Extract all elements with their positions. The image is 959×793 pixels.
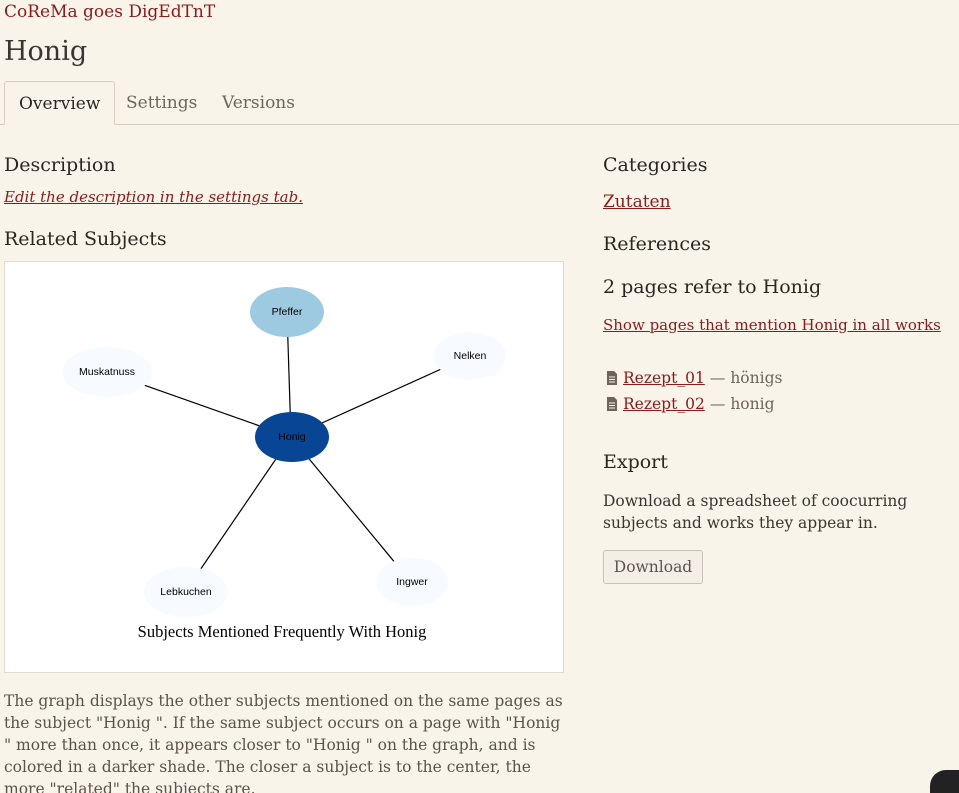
reference-term: hönigs: [730, 369, 783, 387]
tab-overview[interactable]: Overview: [4, 81, 116, 125]
node-nelken[interactable]: Nelken: [434, 332, 506, 380]
node-honig-label: Honig: [278, 431, 306, 443]
node-ingwer[interactable]: Ingwer: [376, 558, 448, 606]
node-pfeffer[interactable]: Pfeffer: [250, 287, 324, 337]
reference-term: honig: [730, 395, 775, 413]
show-pages-link[interactable]: Show pages that mention Honig in all wor…: [603, 316, 941, 334]
graph-svg: Pfeffer Nelken Muskatnuss Lebkuchen Ingw…: [62, 287, 506, 641]
chat-widget-button[interactable]: [930, 770, 959, 793]
document-icon: [606, 371, 618, 385]
reference-separator: —: [709, 395, 726, 413]
node-nelken-label: Nelken: [454, 350, 487, 362]
tab-settings[interactable]: Settings: [126, 81, 197, 125]
node-ingwer-label: Ingwer: [396, 576, 428, 588]
node-pfeffer-label: Pfeffer: [272, 306, 303, 318]
tab-versions[interactable]: Versions: [222, 81, 295, 125]
edit-description-link[interactable]: Edit the description in the settings tab…: [4, 188, 303, 206]
graph-title: Subjects Mentioned Frequently With Honig: [138, 622, 427, 641]
graph-description: The graph displays the other subjects me…: [4, 692, 563, 793]
node-muskatnuss[interactable]: Muskatnuss: [62, 347, 152, 397]
tab-bar: Overview Settings Versions: [0, 81, 959, 125]
reference-count: 2 pages refer to Honig: [603, 276, 822, 298]
reference-link-rezept-02[interactable]: Rezept_02: [623, 395, 705, 413]
references-heading: References: [603, 233, 712, 255]
reference-item: Rezept_01 — hönigs: [606, 369, 782, 387]
page-title: Honig: [4, 36, 88, 67]
description-heading: Description: [4, 154, 116, 176]
categories-heading: Categories: [603, 154, 708, 176]
document-icon: [606, 397, 618, 411]
reference-separator: —: [709, 369, 726, 387]
download-button[interactable]: Download: [603, 550, 703, 584]
export-heading: Export: [603, 451, 668, 473]
export-description: Download a spreadsheet of coocurring sub…: [603, 492, 908, 532]
node-lebkuchen[interactable]: Lebkuchen: [144, 567, 228, 617]
project-link[interactable]: CoReMa goes DigEdTnT: [4, 2, 215, 22]
reference-item: Rezept_02 — honig: [606, 395, 775, 413]
related-subjects-graph: Pfeffer Nelken Muskatnuss Lebkuchen Ingw…: [4, 261, 564, 673]
category-link-zutaten[interactable]: Zutaten: [603, 192, 671, 212]
node-honig-center[interactable]: Honig: [255, 412, 329, 462]
node-muskatnuss-label: Muskatnuss: [79, 366, 135, 378]
reference-link-rezept-01[interactable]: Rezept_01: [623, 369, 705, 387]
related-subjects-heading: Related Subjects: [4, 228, 167, 250]
node-lebkuchen-label: Lebkuchen: [160, 586, 212, 598]
